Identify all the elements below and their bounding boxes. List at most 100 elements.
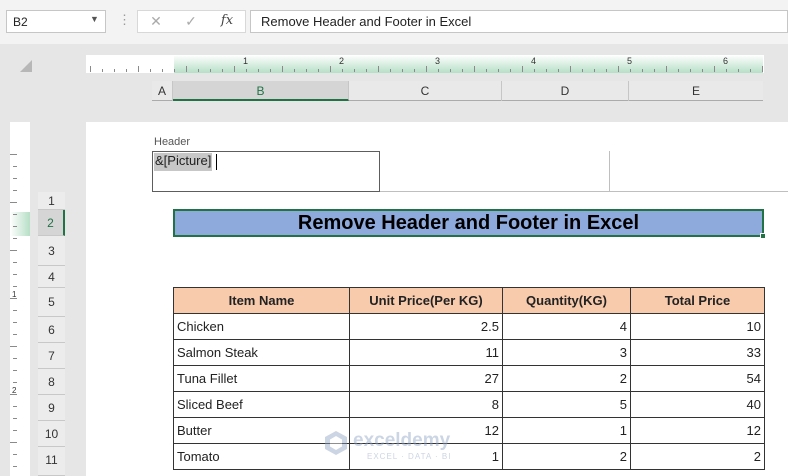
row-header[interactable]: 5 bbox=[38, 288, 65, 317]
ruler-tick bbox=[354, 69, 355, 72]
row-header[interactable]: 10 bbox=[38, 421, 65, 447]
quantity-cell[interactable]: 4 bbox=[502, 313, 631, 340]
formula-buttons: ✕ ✓ fx bbox=[137, 10, 246, 33]
quantity-cell[interactable]: 2 bbox=[502, 365, 631, 392]
ruler-tick bbox=[186, 66, 187, 72]
ruler-tick bbox=[702, 69, 703, 72]
ruler-tick bbox=[546, 69, 547, 72]
ruler-tick bbox=[438, 69, 439, 72]
ruler-tick bbox=[630, 69, 631, 72]
ruler-tick bbox=[390, 69, 391, 72]
ruler-tick bbox=[450, 69, 451, 72]
unit-price-cell[interactable]: 2.5 bbox=[349, 313, 503, 340]
chevron-down-icon[interactable]: ▼ bbox=[90, 14, 102, 28]
table-row: Chicken 2.5 4 10 bbox=[173, 313, 765, 340]
ruler-tick bbox=[534, 69, 535, 72]
item-name-cell[interactable]: Tuna Fillet bbox=[173, 365, 350, 392]
formula-input[interactable]: Remove Header and Footer in Excel bbox=[250, 10, 788, 33]
quantity-cell[interactable]: 3 bbox=[502, 339, 631, 366]
text-cursor bbox=[216, 154, 217, 170]
ruler-number: 1 bbox=[243, 56, 249, 66]
ruler-number: 4 bbox=[531, 56, 537, 66]
ruler-tick bbox=[570, 66, 571, 72]
unit-price-cell[interactable]: 27 bbox=[349, 365, 503, 392]
row-header[interactable]: 3 bbox=[38, 236, 65, 266]
vertical-ruler-tick bbox=[13, 466, 17, 467]
row-header[interactable]: 7 bbox=[38, 343, 65, 369]
row-header[interactable]: 1 bbox=[38, 192, 65, 210]
cancel-icon[interactable]: ✕ bbox=[143, 13, 169, 31]
quantity-cell[interactable]: 2 bbox=[502, 443, 631, 470]
ruler-tick bbox=[726, 69, 727, 72]
header-center-section[interactable] bbox=[380, 151, 609, 192]
item-name-cell[interactable]: Sliced Beef bbox=[173, 391, 350, 418]
select-all-corner[interactable] bbox=[20, 60, 32, 72]
column-heading[interactable]: Quantity(KG) bbox=[502, 287, 631, 314]
vertical-ruler-tick bbox=[13, 274, 17, 275]
column-header-d[interactable]: D bbox=[502, 81, 629, 101]
ruler-tick bbox=[690, 69, 691, 72]
sheet-title-cell[interactable]: Remove Header and Footer in Excel bbox=[173, 209, 764, 237]
ruler-number: 6 bbox=[723, 56, 729, 66]
insert-function-icon[interactable]: fx bbox=[214, 13, 240, 31]
ruler-tick bbox=[666, 66, 667, 72]
row-header[interactable]: 8 bbox=[38, 369, 65, 395]
total-price-cell[interactable]: 33 bbox=[630, 339, 765, 366]
item-name-cell[interactable]: Salmon Steak bbox=[173, 339, 350, 366]
ruler-tick bbox=[678, 69, 679, 72]
fill-handle[interactable] bbox=[760, 233, 766, 239]
vertical-ruler-tick bbox=[10, 346, 17, 347]
row-header[interactable]: 2 bbox=[38, 210, 65, 236]
row-header[interactable]: 6 bbox=[38, 317, 65, 343]
ruler-tick bbox=[102, 69, 103, 72]
column-header-b[interactable]: B bbox=[173, 81, 349, 101]
column-heading[interactable]: Total Price bbox=[630, 287, 765, 314]
column-heading[interactable]: Unit Price(Per KG) bbox=[349, 287, 503, 314]
more-options-icon[interactable]: ⋮ bbox=[118, 12, 131, 32]
vertical-ruler-tick bbox=[13, 226, 17, 227]
row-header[interactable]: 11 bbox=[38, 447, 65, 476]
ruler-tick bbox=[414, 69, 415, 72]
ruler-tick bbox=[606, 69, 607, 72]
vertical-ruler-tick bbox=[13, 382, 17, 383]
ruler-tick bbox=[474, 66, 475, 72]
ruler-tick bbox=[258, 69, 259, 72]
ruler-tick bbox=[366, 69, 367, 72]
ruler-tick bbox=[714, 66, 715, 72]
ruler-tick bbox=[318, 69, 319, 72]
ruler-tick bbox=[426, 66, 427, 72]
total-price-cell[interactable]: 2 bbox=[630, 443, 765, 470]
header-right-section[interactable] bbox=[609, 151, 788, 192]
column-heading[interactable]: Item Name bbox=[173, 287, 350, 314]
table-row: Salmon Steak 11 3 33 bbox=[173, 339, 765, 366]
vertical-ruler-tick bbox=[13, 286, 17, 287]
quantity-cell[interactable]: 1 bbox=[502, 417, 631, 444]
item-name-cell[interactable]: Chicken bbox=[173, 313, 350, 340]
column-header-a[interactable]: A bbox=[152, 81, 173, 101]
table-header-row: Item Name Unit Price(Per KG) Quantity(KG… bbox=[173, 287, 765, 314]
ruler-tick bbox=[150, 69, 151, 72]
enter-icon[interactable]: ✓ bbox=[178, 13, 204, 31]
unit-price-cell[interactable]: 11 bbox=[349, 339, 503, 366]
row-header[interactable]: 4 bbox=[38, 266, 65, 288]
unit-price-cell[interactable]: 8 bbox=[349, 391, 503, 418]
vertical-ruler-tick bbox=[13, 262, 17, 263]
table-row: Tuna Fillet 27 2 54 bbox=[173, 365, 765, 392]
ruler-tick bbox=[126, 69, 127, 72]
vertical-ruler-tick bbox=[13, 238, 17, 239]
total-price-cell[interactable]: 10 bbox=[630, 313, 765, 340]
vertical-ruler-tick bbox=[13, 418, 17, 419]
total-price-cell[interactable]: 40 bbox=[630, 391, 765, 418]
vertical-ruler-tick bbox=[13, 430, 17, 431]
total-price-cell[interactable]: 54 bbox=[630, 365, 765, 392]
total-price-cell[interactable]: 12 bbox=[630, 417, 765, 444]
quantity-cell[interactable]: 5 bbox=[502, 391, 631, 418]
header-picture-code[interactable]: &[Picture] bbox=[154, 153, 213, 171]
column-header-c[interactable]: C bbox=[349, 81, 502, 101]
ruler-tick bbox=[330, 66, 331, 72]
column-header-e[interactable]: E bbox=[629, 81, 763, 101]
ruler-tick bbox=[378, 66, 379, 72]
table-row: Sliced Beef 8 5 40 bbox=[173, 391, 765, 418]
row-header[interactable]: 9 bbox=[38, 395, 65, 421]
vertical-ruler-tick bbox=[13, 190, 17, 191]
